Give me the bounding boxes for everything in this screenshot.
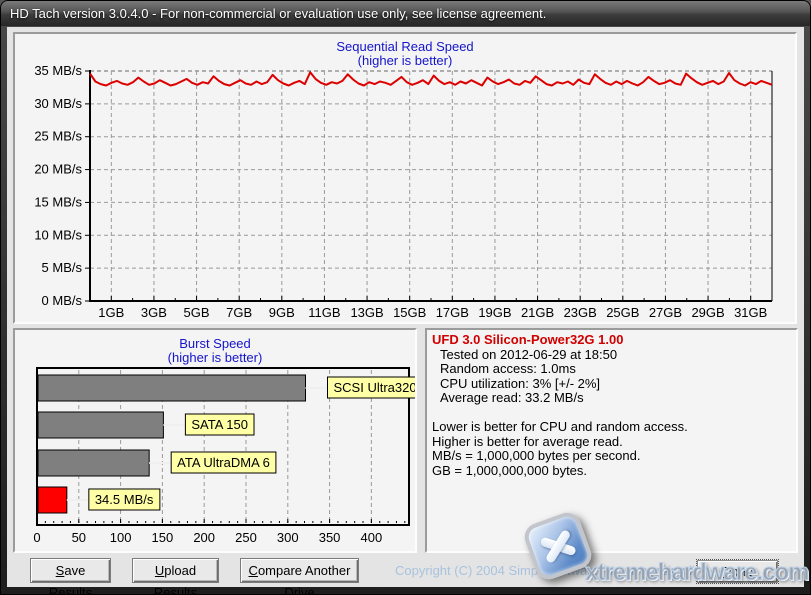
svg-text:ATA UltraDMA 6: ATA UltraDMA 6 [177,455,270,470]
svg-text:29GB: 29GB [691,305,724,320]
svg-text:23GB: 23GB [564,305,597,320]
svg-text:3GB: 3GB [141,305,167,320]
svg-text:5 MB/s: 5 MB/s [42,260,83,275]
svg-text:350: 350 [319,530,341,545]
cpu-utilization: CPU utilization: 3% [+/- 2%] [432,377,791,392]
svg-text:0: 0 [33,530,40,545]
client-area: Sequential Read Speed (higher is better)… [7,27,804,587]
svg-text:25GB: 25GB [606,305,639,320]
burst-speed-chart: 0 50 100 150 200 250 300 350 400 SCSI Ultra320 SAT… [15,330,415,551]
tested-on: Tested on 2012-06-29 at 18:50 [432,348,791,363]
note-line: GB = 1,000,000,000 bytes. [432,464,791,479]
burst-speed-panel: Burst Speed (higher is better) 050100150… [13,328,417,553]
svg-text:21GB: 21GB [521,305,554,320]
svg-text:11GB: 11GB [308,305,340,320]
svg-text:50: 50 [72,530,86,545]
svg-text:100: 100 [110,530,132,545]
save-results-button[interactable]: Save Results [30,558,111,583]
sequential-read-chart: 0 MB/s 5 MB/s 10 MB/s 15 MB/s 20 MB/s 25 MB/s… [15,34,795,322]
note-line: MB/s = 1,000,000 bytes per second. [432,449,791,464]
svg-text:250: 250 [235,530,257,545]
random-access: Random access: 1.0ms [432,362,791,377]
svg-text:34.5 MB/s: 34.5 MB/s [95,492,154,507]
sequential-read-panel: Sequential Read Speed (higher is better)… [13,32,797,324]
drive-info-panel: UFD 3.0 Silicon-Power32G 1.00 Tested on … [425,328,798,553]
svg-text:15 MB/s: 15 MB/s [34,194,82,209]
svg-text:19GB: 19GB [478,305,511,320]
done-button[interactable]: Done [696,559,779,584]
svg-text:5GB: 5GB [184,305,210,320]
svg-text:7GB: 7GB [226,305,252,320]
window-title: HD Tach version 3.0.4.0 - For non-commer… [10,6,546,21]
svg-text:200: 200 [193,530,215,545]
note-line: Lower is better for CPU and random acces… [432,420,791,435]
hd-tach-window: HD Tach version 3.0.4.0 - For non-commer… [0,0,811,595]
svg-text:20 MB/s: 20 MB/s [34,162,82,177]
svg-text:SCSI Ultra320: SCSI Ultra320 [334,380,415,395]
note-line: Higher is better for average read. [432,435,791,450]
svg-text:27GB: 27GB [649,305,682,320]
svg-text:1GB: 1GB [98,305,124,320]
svg-text:25 MB/s: 25 MB/s [34,129,82,144]
svg-text:SATA 150: SATA 150 [191,417,248,432]
svg-text:35 MB/s: 35 MB/s [34,63,82,78]
svg-text:30 MB/s: 30 MB/s [34,96,82,111]
compare-another-drive-button[interactable]: Compare Another Drive [240,558,359,583]
svg-text:15GB: 15GB [393,305,426,320]
svg-text:0 MB/s: 0 MB/s [42,293,83,308]
spacer [432,406,791,420]
svg-text:300: 300 [277,530,299,545]
svg-text:17GB: 17GB [436,305,469,320]
upload-results-button[interactable]: Upload Results [132,558,219,583]
svg-text:9GB: 9GB [269,305,295,320]
svg-text:13GB: 13GB [350,305,383,320]
average-read: Average read: 33.2 MB/s [432,391,791,406]
svg-text:150: 150 [152,530,174,545]
svg-text:10 MB/s: 10 MB/s [34,227,82,242]
svg-text:400: 400 [361,530,383,545]
drive-name: UFD 3.0 Silicon-Power32G 1.00 [432,333,791,348]
svg-text:31GB: 31GB [734,305,767,320]
title-bar[interactable]: HD Tach version 3.0.4.0 - For non-commer… [1,1,810,26]
